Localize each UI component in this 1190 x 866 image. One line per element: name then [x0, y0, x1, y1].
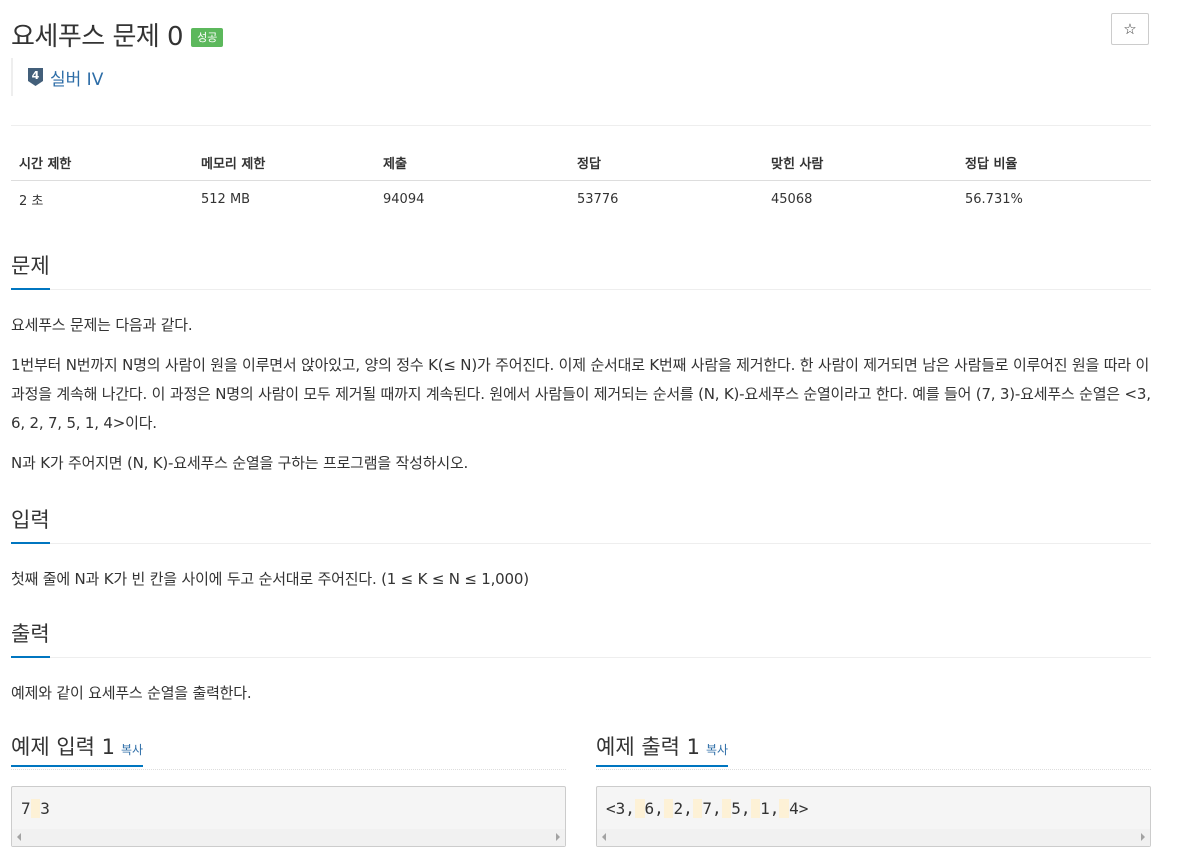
value-memory-limit: 512 MB	[201, 191, 251, 207]
whitespace-marker	[721, 799, 732, 818]
whitespace-marker	[663, 799, 674, 818]
sample-output-token: 2,	[673, 799, 693, 818]
sample-output-token: 1,	[760, 799, 780, 818]
sample-input-token: 3	[40, 799, 50, 818]
scroll-right-arrow-icon[interactable]	[1141, 833, 1145, 841]
star-icon: ☆	[1123, 21, 1137, 38]
sample-output-token: 7,	[702, 799, 722, 818]
output-header: 출력	[11, 618, 1151, 658]
sample-input-text: 7 3	[21, 799, 50, 818]
sample-input-title: 예제 입력 1 복사	[11, 731, 144, 767]
sample-output-title-text: 예제 출력 1	[596, 735, 700, 759]
scroll-left-arrow-icon[interactable]	[602, 833, 606, 841]
header-solved-users: 맞힌 사람	[763, 144, 957, 181]
problem-info-table: 시간 제한 메모리 제한 제출 정답 맞힌 사람 정답 비율 2 초 512 M…	[11, 144, 1151, 217]
input-text: 첫째 줄에 N과 K가 빈 칸을 사이에 두고 순서대로 주어진다. (1 ≤ …	[11, 570, 529, 588]
sample-output-title: 예제 출력 1 복사	[596, 731, 729, 767]
header-memory-limit: 메모리 제한	[193, 144, 375, 181]
header-submissions: 제출	[375, 144, 569, 181]
output-title: 출력	[11, 618, 50, 658]
input-body: 첫째 줄에 N과 K가 빈 칸을 사이에 두고 순서대로 주어진다. (1 ≤ …	[11, 565, 1151, 605]
sample-output-token: 4>	[789, 799, 809, 818]
status-badge: 성공	[191, 27, 224, 47]
info-table-header-row: 시간 제한 메모리 제한 제출 정답 맞힌 사람 정답 비율	[11, 144, 1151, 181]
info-table-row: 2 초 512 MB 94094 53776 45068 56.731%	[11, 181, 1151, 218]
sample-input-token: 7	[21, 799, 31, 818]
sample-output-panel: 예제 출력 1 복사 <3, 6, 2, 7, 5, 1, 4>	[596, 731, 1151, 847]
sample-input-scrollbar[interactable]	[12, 829, 565, 846]
copy-sample-output-link[interactable]: 복사	[706, 743, 728, 757]
page-title: 요세푸스 문제 0	[11, 21, 184, 52]
description-paragraph: N과 K가 주어지면 (N, K)-요세푸스 순열을 구하는 프로그램을 작성하…	[11, 454, 469, 472]
scroll-right-arrow-icon[interactable]	[556, 833, 560, 841]
value-accepted: 53776	[577, 191, 619, 207]
tier-name: 실버 IV	[50, 69, 104, 90]
whitespace-marker	[692, 799, 703, 818]
output-text: 예제와 같이 요세푸스 순열을 출력한다.	[11, 684, 252, 702]
title-row: 요세푸스 문제 0 성공	[11, 14, 224, 54]
sample-input-header: 예제 입력 1 복사	[11, 731, 566, 770]
sample-output-token: <3,	[606, 799, 635, 818]
header-divider	[11, 125, 1151, 126]
tier-label[interactable]: 4 실버 IV	[11, 58, 103, 96]
header-accept-ratio: 정답 비율	[957, 144, 1151, 181]
sample-output-scrollbar[interactable]	[597, 829, 1150, 846]
favorite-star-button[interactable]: ☆	[1111, 13, 1149, 45]
whitespace-marker	[779, 799, 790, 818]
value-solved-users: 45068	[771, 191, 813, 207]
header-time-limit: 시간 제한	[11, 144, 193, 181]
sample-output-text: <3, 6, 2, 7, 5, 1, 4>	[606, 799, 808, 818]
input-title: 입력	[11, 504, 50, 544]
tier-level-text: 4	[32, 69, 40, 82]
scroll-left-arrow-icon[interactable]	[17, 833, 21, 841]
sample-output-token: 6,	[644, 799, 664, 818]
sample-output-token: 5,	[731, 799, 751, 818]
description-body: 요세푸스 문제는 다음과 같다. 1번부터 N번까지 N명의 사람이 원을 이루…	[11, 311, 1151, 489]
sample-input-panel: 예제 입력 1 복사 7 3	[11, 731, 566, 847]
value-submissions: 94094	[383, 191, 425, 207]
whitespace-marker	[30, 799, 41, 818]
whitespace-marker	[634, 799, 645, 818]
sample-output-header: 예제 출력 1 복사	[596, 731, 1151, 770]
input-header: 입력	[11, 504, 1151, 544]
description-paragraph: 요세푸스 문제는 다음과 같다.	[11, 316, 193, 334]
description-header: 문제	[11, 250, 1151, 290]
copy-sample-input-link[interactable]: 복사	[121, 743, 143, 757]
sample-input-title-text: 예제 입력 1	[11, 735, 115, 759]
description-paragraph: 1번부터 N번까지 N명의 사람이 원을 이루면서 앉아있고, 양의 정수 K(…	[11, 356, 1151, 432]
description-title: 문제	[11, 250, 50, 290]
sample-input-box[interactable]: 7 3	[11, 786, 566, 847]
output-body: 예제와 같이 요세푸스 순열을 출력한다.	[11, 679, 1151, 719]
value-time-limit: 2 초	[19, 193, 44, 209]
sample-output-box[interactable]: <3, 6, 2, 7, 5, 1, 4>	[596, 786, 1151, 847]
value-accept-ratio: 56.731%	[965, 191, 1023, 207]
silver-tier-icon: 4	[28, 68, 43, 86]
whitespace-marker	[750, 799, 761, 818]
header-accepted: 정답	[569, 144, 763, 181]
